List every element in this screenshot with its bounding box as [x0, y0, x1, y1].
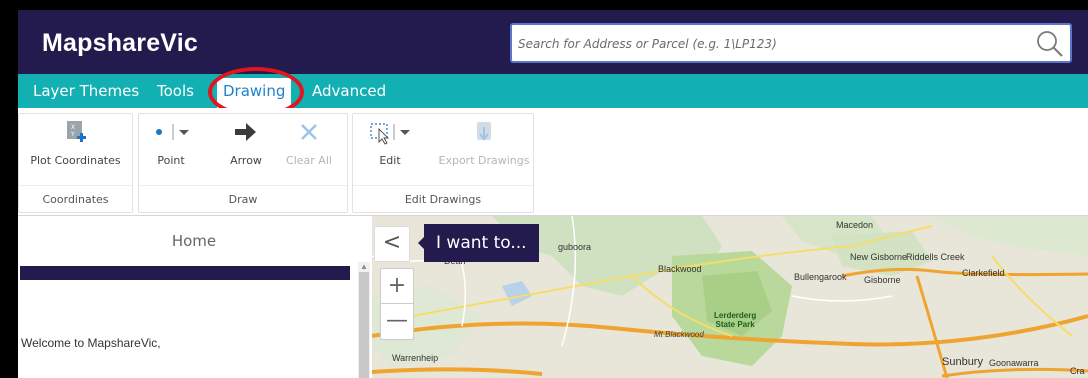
- park-name-line2: State Park: [715, 320, 755, 329]
- park-name-line1: Lerderderg: [714, 311, 757, 320]
- place-label: Sunbury: [942, 356, 983, 368]
- place-label: Riddells Creek: [906, 252, 965, 262]
- coordinates-group: X Y Plot Coordinates Coordinates: [18, 113, 133, 213]
- i-want-to-button[interactable]: I want to...: [418, 224, 539, 262]
- zoom-in-button[interactable]: +: [381, 269, 413, 304]
- place-label: Gisborne: [864, 275, 901, 285]
- place-label: Blackwood: [658, 264, 702, 274]
- point-label: Point: [157, 154, 185, 167]
- place-label: Clarkefield: [962, 268, 1005, 278]
- arrow-button[interactable]: Arrow: [221, 118, 271, 167]
- edit-drawings-group: Edit Export Drawings Edit Drawings: [352, 113, 534, 213]
- search-box: [510, 23, 1072, 63]
- map-view[interactable]: Macedon New Gisborne Riddells Creek Bull…: [372, 216, 1088, 378]
- coordinates-group-label: Coordinates: [42, 193, 109, 206]
- svg-text:X: X: [71, 124, 75, 131]
- tab-layer-themes[interactable]: Layer Themes: [33, 82, 139, 100]
- welcome-text: Welcome to MapshareVic,: [21, 336, 161, 350]
- group-divider: [139, 185, 347, 186]
- tab-advanced[interactable]: Advanced: [312, 82, 386, 100]
- clear-icon: [301, 124, 317, 140]
- search-icon: [1037, 31, 1063, 57]
- point-button[interactable]: Point: [147, 118, 195, 167]
- zoom-out-button[interactable]: —: [381, 304, 413, 339]
- panel-title: Home: [171, 232, 217, 250]
- edit-button[interactable]: Edit: [359, 118, 421, 167]
- export-icon: [477, 122, 491, 141]
- main-tabs: Layer Themes Tools Drawing Advanced: [18, 74, 1088, 108]
- place-label: Goonawarra: [989, 358, 1039, 368]
- arrow-icon: [235, 123, 256, 141]
- place-label: Bullengarook: [794, 272, 847, 282]
- search-button[interactable]: [1034, 28, 1066, 60]
- edit-selection-icon: [370, 123, 410, 145]
- place-label: Macedon: [836, 220, 874, 230]
- place-label: guboora: [558, 242, 592, 252]
- plot-coordinates-icon: X Y: [66, 121, 86, 142]
- scroll-up-arrow-icon[interactable]: ▲: [359, 262, 369, 272]
- edit-drawings-group-label: Edit Drawings: [404, 193, 482, 206]
- collapse-panel-button[interactable]: <: [374, 226, 410, 262]
- app-header: MapshareVic: [18, 10, 1088, 74]
- scrollbar-thumb[interactable]: [359, 272, 369, 378]
- place-label: Cra: [1070, 366, 1085, 376]
- app-window: MapshareVic Layer Themes Tools Drawing A…: [18, 10, 1088, 378]
- search-input[interactable]: [518, 33, 1018, 55]
- draw-group: Point Arrow Clear All Draw: [138, 113, 348, 213]
- group-divider: [19, 185, 132, 186]
- plot-coordinates-button[interactable]: X Y Plot Coordinates: [19, 118, 132, 167]
- svg-text:Y: Y: [70, 131, 75, 138]
- plot-coordinates-label: Plot Coordinates: [30, 154, 121, 167]
- edit-label: Edit: [379, 154, 401, 167]
- place-label: New Gisborne: [850, 252, 908, 262]
- export-drawings-button[interactable]: Export Drawings: [437, 118, 531, 167]
- clear-all-label: Clear All: [286, 154, 332, 167]
- zoom-control: + —: [380, 268, 414, 340]
- park-label: Lerderderg State Park: [714, 311, 756, 329]
- tab-tools[interactable]: Tools: [157, 82, 194, 100]
- clear-all-button[interactable]: Clear All: [283, 118, 335, 167]
- point-icon: [156, 124, 189, 140]
- drawing-ribbon: X Y Plot Coordinates Coordinates Point A…: [18, 108, 1088, 216]
- road-label: Mt Blackwood: [654, 330, 704, 339]
- tab-drawing[interactable]: Drawing: [217, 78, 292, 108]
- group-divider: [353, 185, 533, 186]
- place-label: Warrenheip: [392, 353, 439, 363]
- arrow-label: Arrow: [230, 154, 262, 167]
- draw-group-label: Draw: [228, 193, 258, 206]
- export-drawings-label: Export Drawings: [438, 154, 530, 167]
- home-panel: Home ▲ Welcome to MapshareVic,: [18, 216, 370, 378]
- panel-banner: [20, 266, 350, 280]
- app-title: MapshareVic: [42, 29, 198, 57]
